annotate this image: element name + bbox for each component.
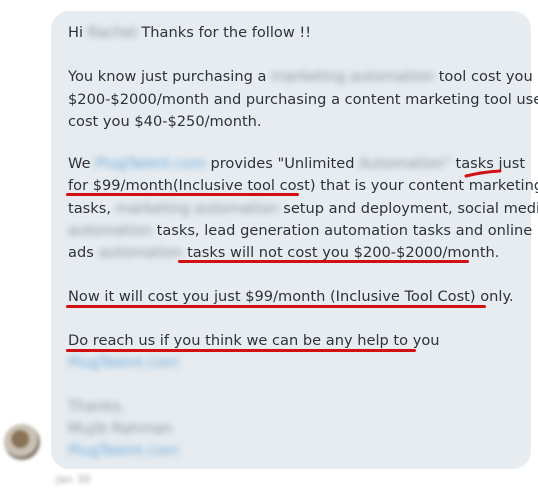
p2-line-3: tasks, marketing automation setup and de… <box>68 200 538 217</box>
highlight-underline <box>66 193 299 196</box>
signature-name: Mujib Rahman <box>68 420 173 437</box>
highlight-underline <box>66 349 416 352</box>
redacted-text: automation <box>68 222 152 239</box>
redacted-text: marketing automation <box>271 68 435 85</box>
p2-line-1: We PlugTalent.com provides "Unlimited Au… <box>68 155 526 172</box>
signature-link[interactable]: PlugTalent.com <box>68 442 179 459</box>
redacted-text: Automation" <box>359 155 451 172</box>
p2-line-4: automation tasks, lead generation automa… <box>68 222 533 239</box>
highlight-underline <box>178 260 469 263</box>
highlight-underline <box>66 305 486 308</box>
message-link-line: PlugTalent.com <box>68 353 179 373</box>
redacted-text: marketing automation <box>115 200 279 217</box>
company-link[interactable]: PlugTalent.com <box>68 354 179 371</box>
redacted-text: automation <box>98 244 183 261</box>
signature-link-line: PlugTalent.com <box>68 441 179 461</box>
p1-line-3: cost you $40-$250/month. <box>68 113 262 130</box>
highlight-underline <box>464 169 502 178</box>
greeting-text: Thanks for the follow !! <box>141 24 312 41</box>
company-link[interactable]: PlugTalent.com <box>95 155 206 172</box>
greeting-prefix: Hi <box>68 24 84 41</box>
sender-avatar[interactable] <box>4 424 40 460</box>
recipient-name: Rachel <box>87 24 137 41</box>
message-timestamp: Jan 30 <box>56 473 91 486</box>
signature-thanks: Thanks, <box>68 398 126 415</box>
p1-line-2: $200-$2000/month and purchasing a conten… <box>68 91 538 108</box>
greeting-line: Hi Rachel Thanks for the follow !! <box>68 23 311 43</box>
p4-line: Do reach us if you think we can be any h… <box>68 332 440 349</box>
p3-line: Now it will cost you just $99/month (Inc… <box>68 288 514 305</box>
p1-line-1: You know just purchasing a marketing aut… <box>68 68 533 85</box>
